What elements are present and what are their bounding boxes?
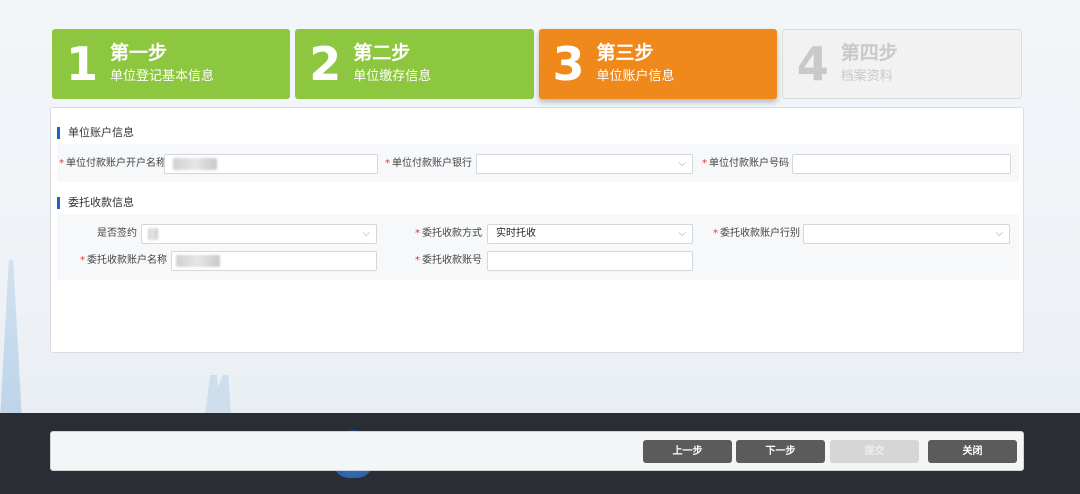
section-title-account: 单位账户信息 bbox=[57, 127, 134, 139]
step-number: 2 bbox=[309, 37, 342, 91]
masked-value bbox=[148, 228, 158, 240]
chevron-down-icon: ⌵ bbox=[678, 228, 686, 239]
required-mark: * bbox=[415, 228, 420, 239]
chevron-down-icon: ⌵ bbox=[362, 228, 370, 239]
step-2[interactable]: 2 第二步 单位缴存信息 bbox=[295, 29, 534, 99]
account-number-label: * 单位付款账户号码 bbox=[702, 154, 789, 174]
required-mark: * bbox=[702, 158, 707, 169]
chevron-down-icon: ⌵ bbox=[995, 228, 1003, 239]
step-title: 第三步 bbox=[596, 42, 654, 64]
method-label: * 委托收款方式 bbox=[415, 224, 482, 244]
step-subtitle: 单位缴存信息 bbox=[353, 69, 432, 84]
account-name-label-text: 单位付款账户开户名称 bbox=[66, 158, 166, 169]
account-name-label: * 单位付款账户开户名称 bbox=[59, 154, 166, 174]
entrust-number-label-text: 委托收款账号 bbox=[422, 255, 482, 266]
account-form-area: * 单位付款账户开户名称 * 单位付款账户银行 ⌵ * 单位付款账户号码 bbox=[57, 144, 1019, 182]
entrust-name-label-text: 委托收款账户名称 bbox=[87, 255, 167, 266]
required-mark: * bbox=[415, 255, 420, 266]
required-mark: * bbox=[59, 158, 64, 169]
step-title: 第一步 bbox=[110, 42, 168, 64]
submit-button[interactable]: 提交 bbox=[830, 440, 919, 463]
bank-type-select[interactable]: ⌵ bbox=[803, 224, 1010, 244]
bank-label: * 单位付款账户银行 bbox=[385, 154, 472, 174]
close-button[interactable]: 关闭 bbox=[928, 440, 1017, 463]
section-title-entrust: 委托收款信息 bbox=[57, 197, 134, 209]
masked-value bbox=[176, 255, 220, 267]
signed-label: 是否签约 bbox=[97, 228, 137, 239]
method-select[interactable]: 实时托收 ⌵ bbox=[487, 224, 693, 244]
bank-label-text: 单位付款账户银行 bbox=[392, 158, 472, 169]
entrust-name-input[interactable] bbox=[171, 251, 377, 271]
prev-step-button[interactable]: 上一步 bbox=[643, 440, 732, 463]
bank-select[interactable]: ⌵ bbox=[476, 154, 693, 174]
method-value: 实时托收 bbox=[496, 228, 536, 239]
entrust-number-label: * 委托收款账号 bbox=[415, 251, 482, 271]
step-progress: 1 第一步 单位登记基本信息 2 第二步 单位缴存信息 3 第三步 单位账户信息… bbox=[52, 29, 1022, 99]
signed-select[interactable]: ⌵ bbox=[141, 224, 377, 244]
bank-type-label: * 委托收款账户行别 bbox=[713, 224, 800, 244]
form-panel: 单位账户信息 * 单位付款账户开户名称 * 单位付款账户银行 ⌵ * 单位付款账户号码… bbox=[50, 107, 1024, 353]
step-4[interactable]: 4 第四步 档案资料 bbox=[781, 29, 1022, 99]
next-step-button[interactable]: 下一步 bbox=[736, 440, 825, 463]
step-subtitle: 单位登记基本信息 bbox=[110, 69, 215, 84]
bank-type-label-text: 委托收款账户行别 bbox=[720, 228, 800, 239]
step-subtitle: 档案资料 bbox=[840, 69, 893, 84]
action-bar: 上一步 下一步 提交 关闭 bbox=[50, 431, 1024, 471]
step-subtitle: 单位账户信息 bbox=[596, 69, 675, 84]
step-title: 第二步 bbox=[353, 42, 411, 64]
background-decoration bbox=[205, 375, 231, 415]
required-mark: * bbox=[385, 158, 390, 169]
step-number: 3 bbox=[552, 37, 585, 91]
step-number: 4 bbox=[796, 37, 829, 91]
step-1[interactable]: 1 第一步 单位登记基本信息 bbox=[52, 29, 291, 99]
step-title: 第四步 bbox=[840, 42, 898, 64]
account-number-input[interactable] bbox=[792, 154, 1011, 174]
required-mark: * bbox=[80, 255, 85, 266]
entrust-form-area: 是否签约 ⌵ * 委托收款方式 实时托收 ⌵ * 委托收款账户行别 ⌵ * 委托收款账… bbox=[57, 214, 1019, 280]
background-decoration bbox=[0, 260, 22, 420]
account-name-input[interactable] bbox=[164, 154, 378, 174]
step-3[interactable]: 3 第三步 单位账户信息 bbox=[538, 29, 777, 99]
entrust-number-input[interactable] bbox=[487, 251, 693, 271]
entrust-name-label: * 委托收款账户名称 bbox=[80, 251, 167, 271]
step-number: 1 bbox=[66, 37, 99, 91]
masked-value bbox=[173, 158, 217, 170]
required-mark: * bbox=[713, 228, 718, 239]
chevron-down-icon: ⌵ bbox=[678, 158, 686, 169]
method-label-text: 委托收款方式 bbox=[422, 228, 482, 239]
account-number-label-text: 单位付款账户号码 bbox=[709, 158, 789, 169]
